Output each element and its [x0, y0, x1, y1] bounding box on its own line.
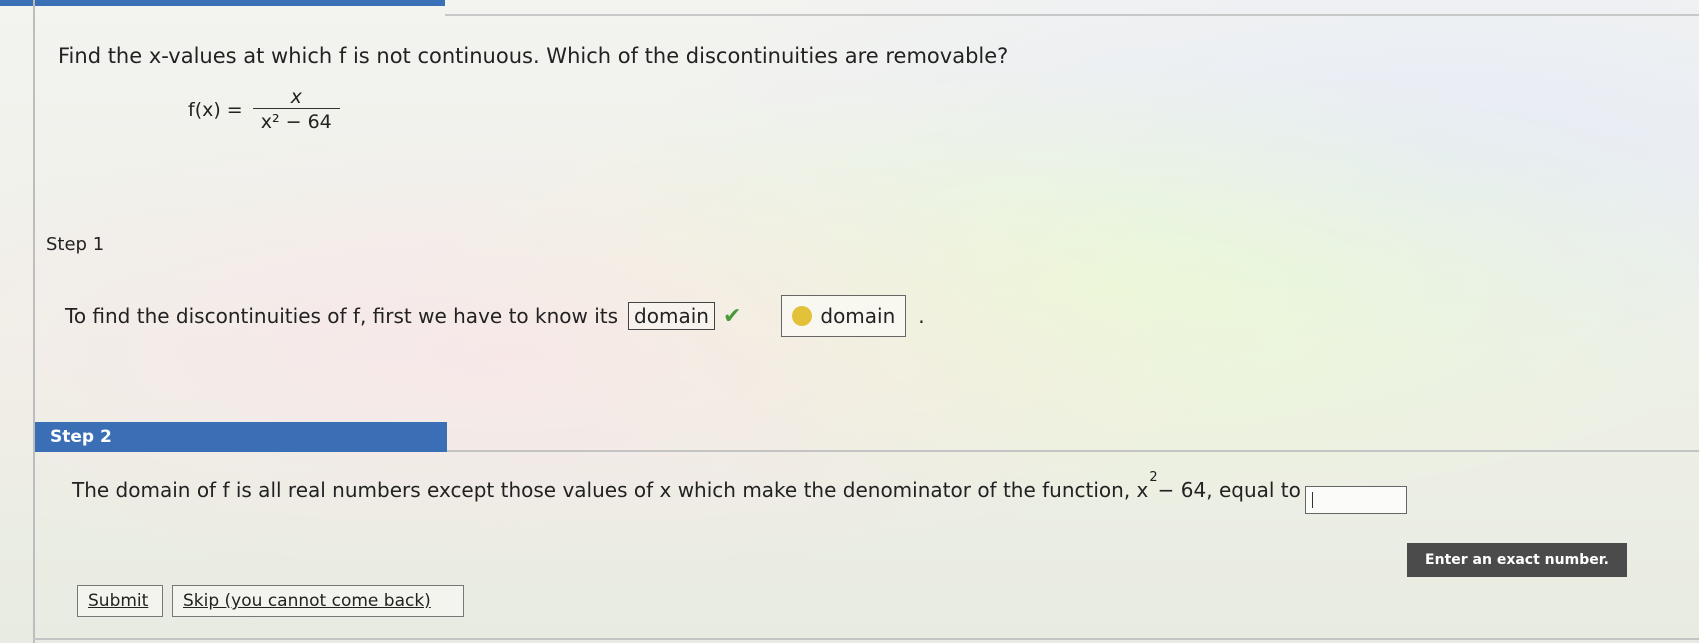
step1-sentence: To find the discontinuities of f, first …: [65, 304, 619, 328]
formula-denominator: x² − 64: [252, 108, 340, 133]
step2-header: Step 2: [35, 422, 447, 452]
function-formula: f(x) = x x² − 64: [188, 86, 340, 133]
question-text: Find the x-values at which f is not cont…: [58, 44, 1009, 68]
formula-fraction: x x² − 64: [252, 86, 340, 133]
input-tooltip: Enter an exact number.: [1407, 543, 1627, 577]
submit-button[interactable]: Submit: [77, 585, 163, 617]
step2-text-after: − 64, equal to: [1157, 478, 1301, 502]
step1-answer-box[interactable]: domain: [628, 302, 715, 330]
step1-hint-box[interactable]: domain: [781, 295, 907, 337]
checkmark-icon: ✔: [722, 303, 742, 329]
step2-text-before: The domain of f is all real numbers exce…: [72, 478, 1149, 502]
answer-input[interactable]: [1304, 486, 1407, 514]
step2-content: The domain of f is all real numbers exce…: [72, 470, 1407, 514]
formula-lhs: f(x) =: [188, 98, 243, 121]
hint-icon: [792, 306, 813, 326]
top-accent-bar: [0, 0, 445, 6]
step1-content: To find the discontinuities of f, first …: [65, 295, 925, 337]
step1-period: .: [918, 304, 925, 328]
step1-hint-text: domain: [820, 304, 896, 328]
skip-button[interactable]: Skip (you cannot come back): [172, 585, 464, 617]
formula-numerator: x: [290, 86, 302, 108]
step2-bottom-border: [33, 638, 1699, 640]
top-divider: [445, 14, 1699, 16]
step1-label: Step 1: [46, 234, 105, 255]
step2-exponent: 2: [1149, 470, 1158, 485]
